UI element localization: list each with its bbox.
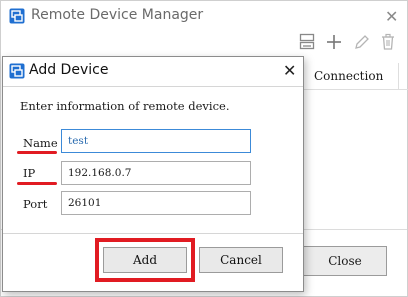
dialog-footer-divider <box>3 233 303 234</box>
device-icon[interactable] <box>299 33 315 54</box>
dialog-instruction: Enter information of remote device. <box>20 99 230 113</box>
name-annotation-underline <box>17 151 57 154</box>
name-input[interactable] <box>61 129 251 153</box>
dialog-titlebar: Add Device ✕ <box>3 57 303 85</box>
close-button[interactable]: Close <box>303 246 387 276</box>
window-title: Remote Device Manager <box>31 7 204 23</box>
dialog-title-divider <box>3 86 303 87</box>
add-device-dialog: Add Device ✕ Enter information of remote… <box>2 56 304 292</box>
pencil-icon[interactable] <box>353 33 371 54</box>
ip-label: IP <box>23 166 36 180</box>
app-icon <box>9 8 25 27</box>
app-icon <box>9 63 25 82</box>
window-titlebar: Remote Device Manager ✕ <box>1 1 407 31</box>
port-label: Port <box>23 197 48 211</box>
ip-annotation-underline <box>17 182 57 185</box>
ip-input[interactable] <box>61 161 251 185</box>
table-column-header[interactable]: Connection <box>301 63 408 90</box>
dialog-title: Add Device <box>29 62 109 78</box>
port-input[interactable] <box>61 191 251 215</box>
plus-icon[interactable] <box>325 33 343 54</box>
cancel-button[interactable]: Cancel <box>199 247 283 273</box>
add-button-annotation-box <box>95 238 195 282</box>
window-close-icon[interactable]: ✕ <box>385 7 398 26</box>
trash-icon[interactable] <box>379 33 397 54</box>
column-connection-label: Connection <box>314 69 384 83</box>
column-divider <box>398 63 399 89</box>
dialog-close-icon[interactable]: ✕ <box>283 61 296 80</box>
name-label: Name <box>23 136 58 150</box>
